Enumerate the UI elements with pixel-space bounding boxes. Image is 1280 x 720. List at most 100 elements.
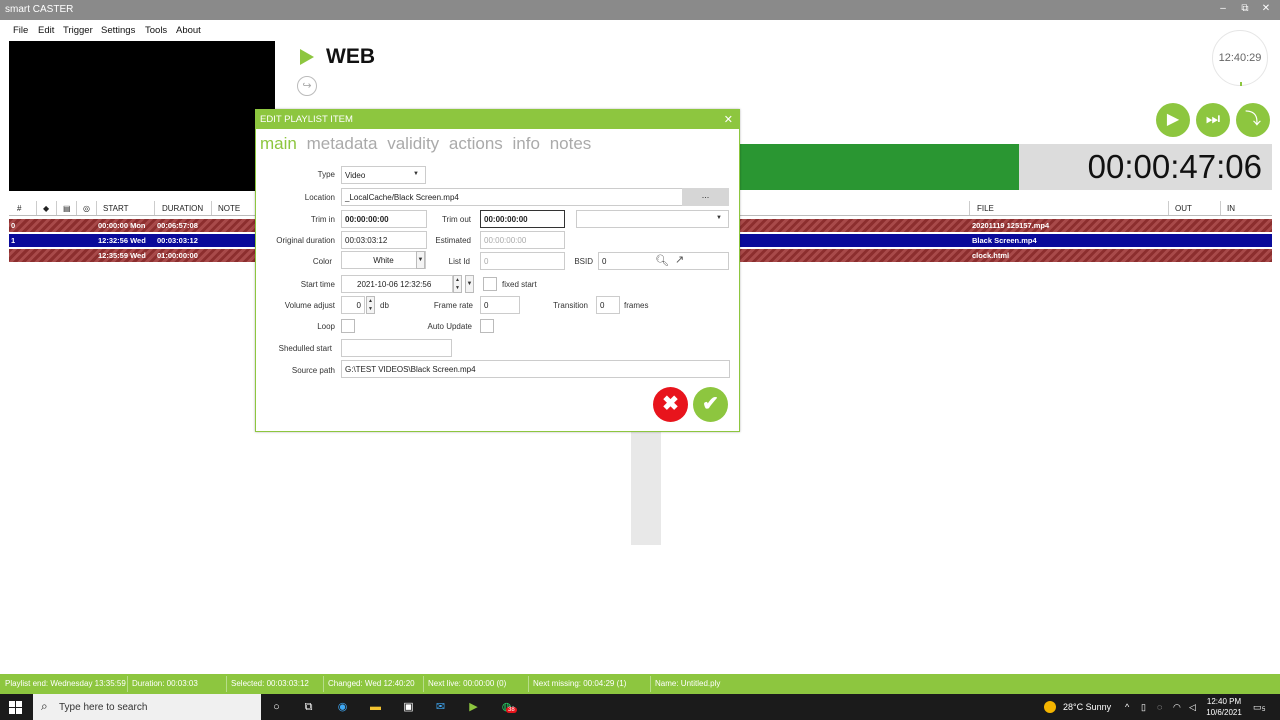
trim-preset-select[interactable]: ▼ [576, 210, 729, 228]
status-selected: Selected: 00:03:03:12 [231, 679, 309, 688]
tab-validity[interactable]: validity [387, 134, 439, 153]
start-time-field[interactable]: 2021-10-06 12:32:56 [341, 275, 453, 293]
col-file[interactable]: FILE [977, 204, 994, 213]
search-icon: ⌕ [41, 699, 48, 713]
notifications-icon[interactable]: ▭ [1253, 702, 1262, 713]
cancel-button[interactable]: ✖ [653, 387, 688, 422]
volume-stepper[interactable]: ▲ ▼ [366, 296, 375, 314]
title-bar: smart CASTER – ⧉ ✕ [0, 0, 1280, 20]
row-start: 12:35:59 Wed [98, 251, 146, 260]
color-dropdown-icon[interactable]: ▼ [416, 251, 425, 269]
auto-update-checkbox[interactable] [480, 319, 494, 333]
next-button[interactable]: ⏭ [1196, 103, 1230, 137]
channel-name: WEB [326, 45, 375, 68]
windows-start-icon[interactable] [9, 701, 22, 714]
dialog-close-icon[interactable]: ✕ [724, 113, 733, 126]
close-icon[interactable]: ✕ [1259, 3, 1273, 14]
location-field[interactable]: _LocalCache/Black Screen.mp4 [341, 188, 683, 206]
col-icon-c[interactable]: ◎ [83, 204, 90, 213]
browse-button[interactable]: ... [682, 188, 729, 206]
trim-out-label: Trim out [441, 215, 471, 224]
scrollbar-track[interactable] [631, 432, 661, 545]
task-view-icon[interactable]: ⧉ [300, 699, 317, 716]
file-explorer-icon[interactable]: ▬ [367, 699, 384, 716]
tab-notes[interactable]: notes [550, 134, 592, 153]
col-num[interactable]: # [17, 204, 21, 213]
menu-settings[interactable]: Settings [101, 25, 135, 36]
col-duration[interactable]: DURATION [162, 204, 203, 213]
color-select[interactable]: White [341, 251, 426, 269]
source-path-field[interactable]: G:\TEST VIDEOS\Black Screen.mp4 [341, 360, 730, 378]
search-icon[interactable]: 🔍︎ [655, 254, 669, 267]
restore-icon[interactable]: ⧉ [1238, 3, 1252, 14]
skip-button[interactable]: ⤵ [1236, 103, 1270, 137]
chevron-up-icon[interactable]: ^ [1125, 702, 1129, 712]
trim-in-field[interactable]: 00:00:00:00 [341, 210, 427, 228]
bsid-value: 0 [602, 257, 607, 266]
external-link-icon[interactable]: ↗ [675, 253, 684, 266]
trim-out-field[interactable]: 00:00:00:00 [480, 210, 565, 228]
app-title: smart CASTER [5, 4, 74, 15]
tab-metadata[interactable]: metadata [307, 134, 378, 153]
smart-caster-icon[interactable]: ▶ [465, 699, 482, 716]
estimated-label: Estimated [435, 236, 471, 245]
auto-update-label: Auto Update [427, 322, 472, 331]
volume-icon[interactable]: ◁ [1189, 702, 1196, 713]
row-file: Black Screen.mp4 [972, 236, 1037, 245]
tab-info[interactable]: info [513, 134, 540, 153]
ok-button[interactable]: ✔ [693, 387, 728, 422]
menu-tools[interactable]: Tools [145, 25, 167, 36]
battery-icon[interactable]: ▯ [1141, 702, 1146, 713]
frames-label: frames [624, 301, 649, 310]
clock-time: 12:40:29 [1218, 52, 1262, 64]
row-num: 1 [11, 236, 16, 245]
network-icon[interactable]: ◌ [1157, 702, 1162, 712]
notification-badge: 38 [506, 707, 517, 713]
col-note[interactable]: NOTE [218, 204, 240, 213]
loop-checkbox[interactable] [341, 319, 355, 333]
col-in[interactable]: IN [1227, 204, 1235, 213]
col-icon-b[interactable]: ▤ [63, 204, 71, 213]
list-id-field[interactable]: 0 [480, 252, 565, 270]
start-time-dropdown-icon[interactable]: ▼ [465, 275, 474, 293]
tab-main[interactable]: main [260, 134, 297, 153]
minimize-icon[interactable]: – [1216, 3, 1230, 14]
original-duration-field[interactable]: 00:03:03:12 [341, 231, 427, 249]
volume-adjust-field[interactable]: 0 [341, 296, 365, 314]
mail-icon[interactable]: ✉ [432, 699, 449, 716]
col-out[interactable]: OUT [1175, 204, 1192, 213]
countdown-timer: 00:00:47:06 [1019, 144, 1272, 190]
menu-edit[interactable]: Edit [38, 25, 54, 36]
trim-in-label: Trim in [310, 215, 335, 224]
taskbar-time[interactable]: 12:40 PM [1203, 697, 1245, 706]
edge-icon[interactable]: ◉ [334, 699, 351, 716]
play-button[interactable]: ▶ [1156, 103, 1190, 137]
fixed-start-checkbox[interactable] [483, 277, 497, 291]
menu-trigger[interactable]: Trigger [63, 25, 93, 36]
chevron-down-icon: ▼ [413, 171, 419, 177]
scheduled-start-label: Shedulled start [278, 344, 332, 353]
chevron-down-icon: ▼ [716, 215, 722, 221]
col-start[interactable]: START [103, 204, 128, 213]
cortana-icon[interactable]: ○ [268, 699, 285, 716]
weather-text[interactable]: 28°C Sunny [1063, 702, 1111, 712]
taskbar-date[interactable]: 10/6/2021 [1203, 708, 1245, 717]
wifi-icon[interactable]: ◠ [1173, 702, 1181, 713]
taskbar-search[interactable]: ⌕ Type here to search [33, 694, 261, 720]
tab-actions[interactable]: actions [449, 134, 503, 153]
row-duration: 00:06:57:08 [157, 221, 198, 230]
start-time-stepper[interactable]: ▲ ▼ [453, 275, 462, 293]
row-start: 12:32:56 Wed [98, 236, 146, 245]
store-icon[interactable]: ▣ [400, 699, 417, 716]
video-preview [9, 41, 275, 191]
channel-action-icon[interactable]: ↪ [297, 76, 317, 96]
col-icon-a[interactable]: ◆ [43, 204, 49, 213]
estimated-field: 00:00:00:00 [480, 231, 565, 249]
menu-file[interactable]: File [13, 25, 28, 36]
type-select[interactable]: Video ▼ [341, 166, 426, 184]
scheduled-start-field[interactable] [341, 339, 452, 357]
menu-about[interactable]: About [176, 25, 201, 36]
row-start: 00:00:00 Mon [98, 221, 146, 230]
frame-rate-field[interactable]: 0 [480, 296, 520, 314]
transition-field[interactable]: 0 [596, 296, 620, 314]
